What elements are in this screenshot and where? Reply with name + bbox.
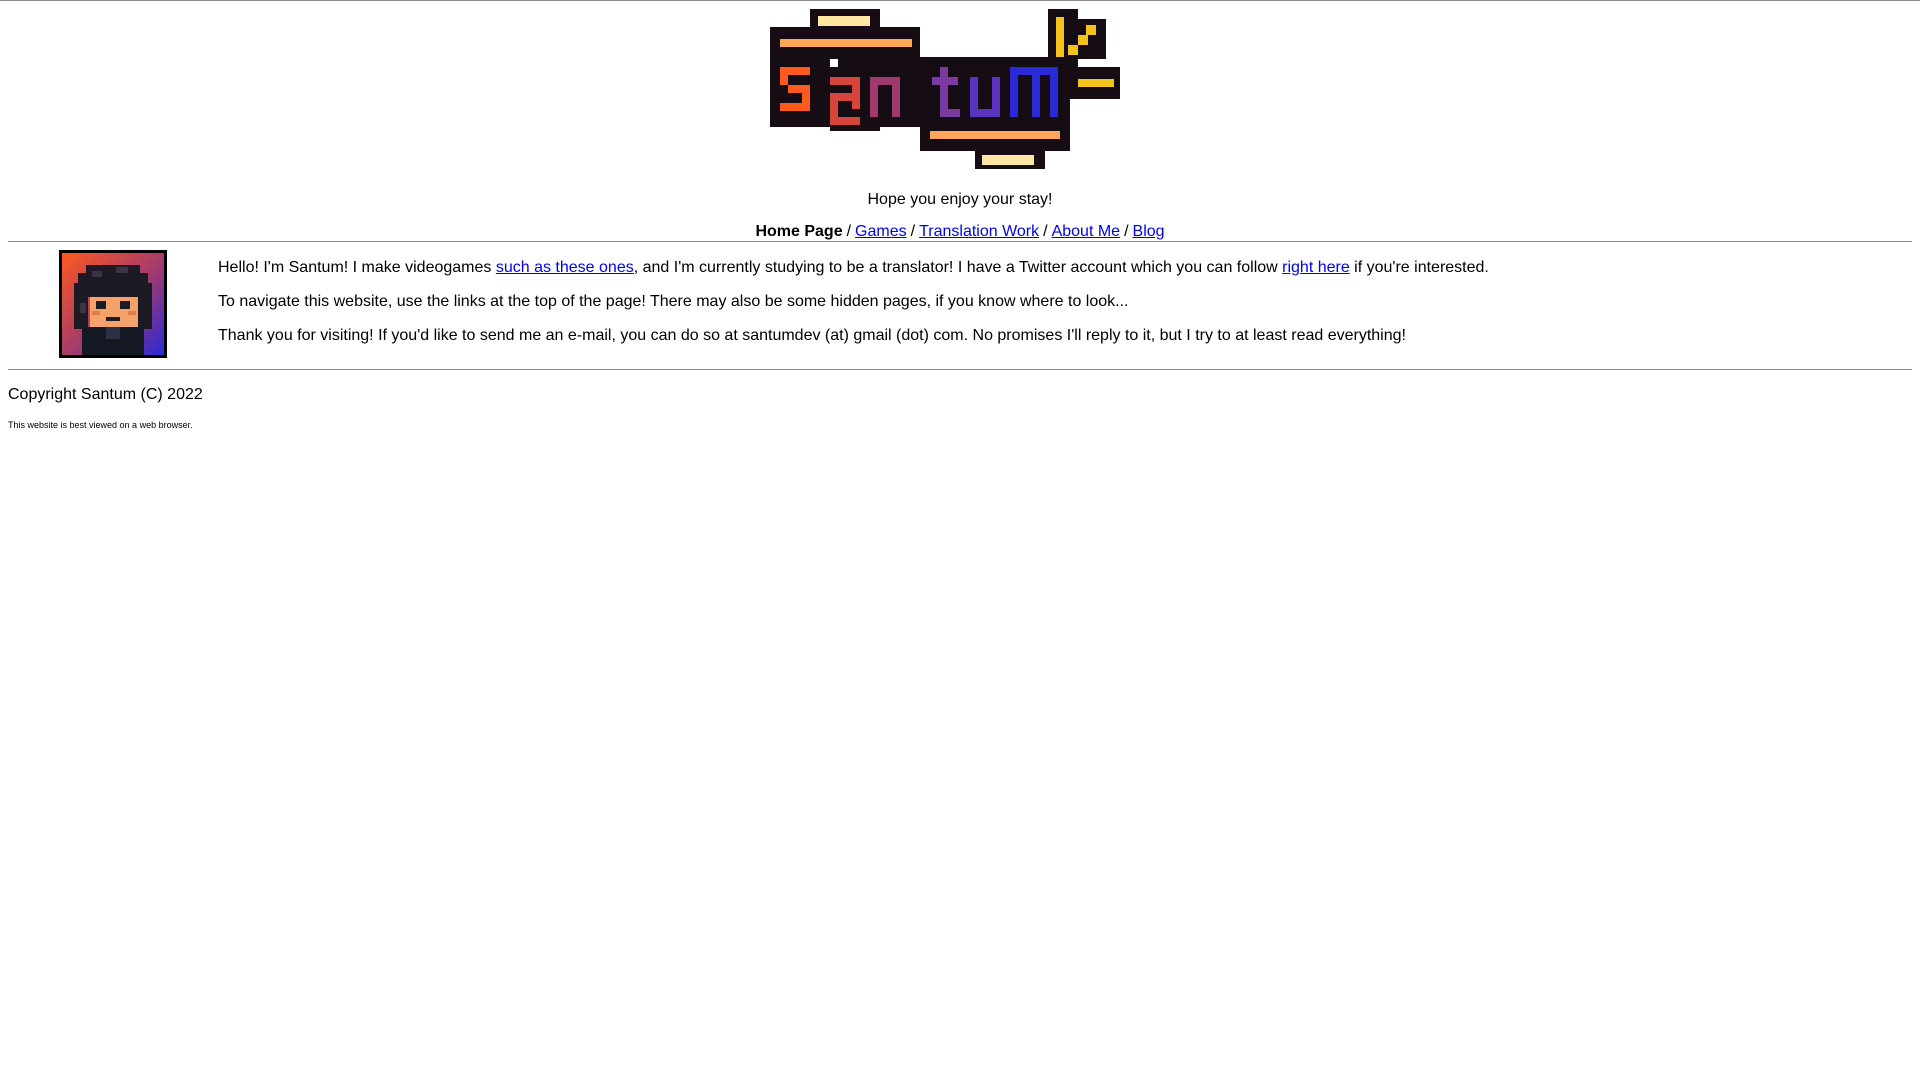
site-logo [770,9,1150,179]
intro-paragraph-3: Thank you for visiting! If you'd like to… [218,327,1406,344]
games-link[interactable]: such as these ones [496,259,634,276]
footer: Copyright Santum (C) 2022 This website i… [0,386,1920,430]
intro-paragraph-1: Hello! I'm Santum! I make videogames suc… [218,259,1489,277]
nav-link-blog[interactable]: Blog [1133,223,1165,240]
page: Hope you enjoy your stay! Home Page / Game… [0,0,1920,1080]
nav-link-games[interactable]: Games [855,223,907,240]
intro-text-span: if you're interested. [1349,259,1489,276]
nav-separator: / [1124,223,1129,240]
intro-text-span: Hello! I'm Santum! I make videogames [218,259,496,276]
header: Hope you enjoy your stay! Home Page / Game… [0,9,1920,241]
pixel-portrait-icon [74,265,152,355]
intro-paragraph-2: To navigate this website, use the links … [218,293,1129,310]
main-nav: Home Page / Games / Translation Work / About M… [0,223,1920,241]
avatar [59,250,167,358]
twitter-link[interactable]: right here [1282,259,1350,276]
copyright-text: Copyright Santum (C) 2022 [8,386,203,403]
avatar-cell [8,250,218,358]
nav-link-translation-work[interactable]: Translation Work [919,223,1039,240]
divider [8,369,1912,370]
nav-separator: / [846,223,852,240]
nav-home-current: Home Page [755,223,843,240]
browser-note: This website is best viewed on a web bro… [8,420,193,430]
intro-text: Hello! I'm Santum! I make videogames suc… [218,250,1489,361]
santum-pixel-logo [770,9,1120,169]
intro-section: Hello! I'm Santum! I make videogames suc… [0,242,1920,369]
nav-separator: / [910,223,916,240]
tagline: Hope you enjoy your stay! [867,191,1053,208]
nav-link-about-me[interactable]: About Me [1052,223,1120,240]
nav-separator: / [1043,223,1048,240]
intro-text-span: , and I'm currently studying to be a tra… [633,259,1283,276]
